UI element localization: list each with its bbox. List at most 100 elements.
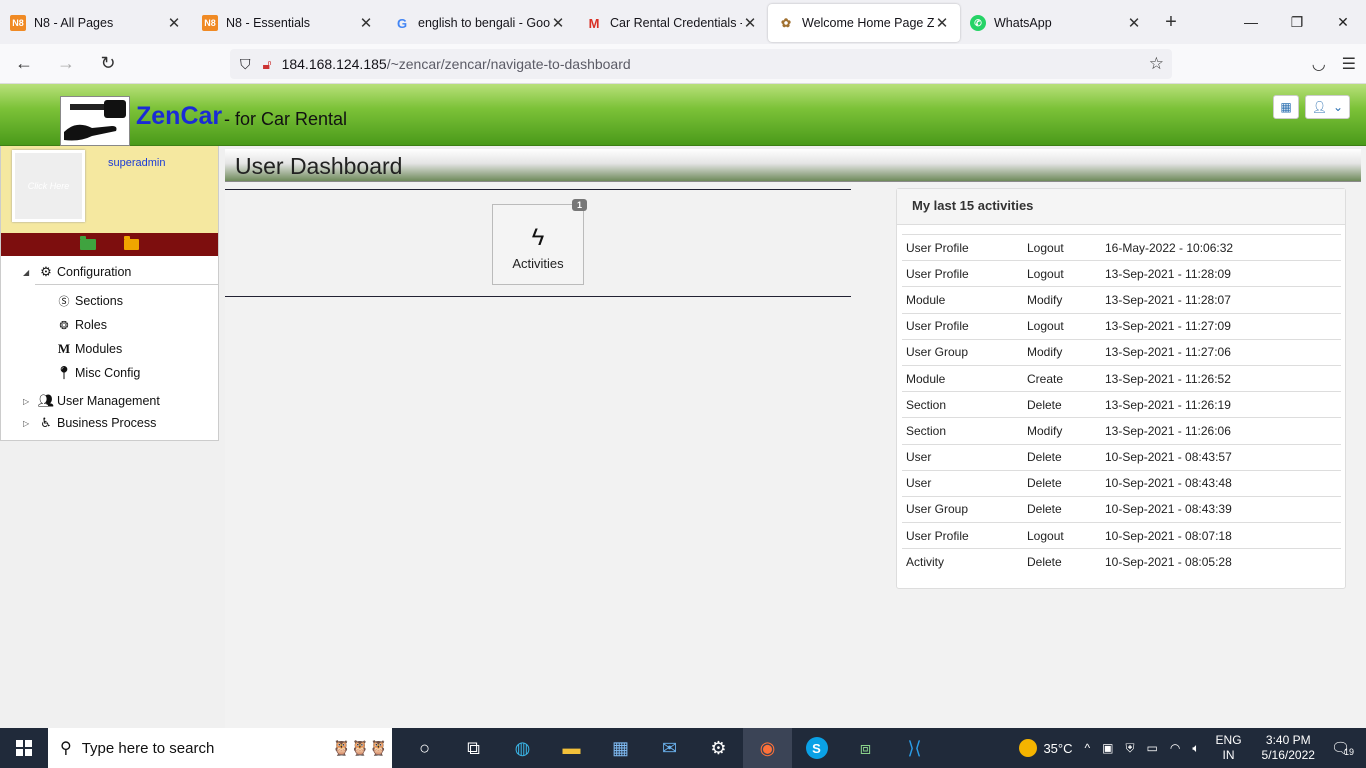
sidebar-item-modules[interactable]: M Modules <box>1 337 218 361</box>
search-placeholder: Type here to search <box>81 739 215 757</box>
insecure-lock-icon[interactable]: 🔓︎ <box>263 56 272 73</box>
reload-icon[interactable]: ↻ <box>90 48 126 80</box>
expanded-arrow-icon[interactable]: ◢ <box>23 268 35 277</box>
close-tab-icon[interactable]: ✕ <box>166 14 182 32</box>
close-tab-icon[interactable]: ✕ <box>550 14 566 32</box>
close-tab-icon[interactable]: ✕ <box>934 14 950 32</box>
sidebar-icon-bar <box>1 233 218 256</box>
main-content: User Dashboard 1 ϟ Activities My last 15… <box>225 149 1366 729</box>
edge-icon[interactable]: ◍ <box>498 728 547 768</box>
battery-icon[interactable]: ▭ <box>1141 741 1164 755</box>
back-icon[interactable]: ← <box>6 48 42 80</box>
tile-label: Activities <box>512 256 564 271</box>
clock-date: 5/16/2022 <box>1261 748 1315 762</box>
url-bar[interactable]: ⛉ 🔓︎ 184.168.124.185/~zencar/zencar/navi… <box>230 49 1172 79</box>
system-tray: 35°C ^ ▣ ⛨ ▭ ◠ 🔈︎ ENG IN 3:40 PM 5/16/20… <box>1013 728 1366 768</box>
sidebar-item-label: Roles <box>75 318 107 332</box>
browser-tab[interactable]: ✆ WhatsApp ✕ <box>960 4 1152 42</box>
clock[interactable]: 3:40 PM 5/16/2022 <box>1252 733 1325 763</box>
sidebar-item-sections[interactable]: Ⓢ Sections <box>1 289 218 313</box>
store-icon[interactable]: ▦ <box>596 728 645 768</box>
activity-time: 13-Sep-2021 - 11:26:06 <box>1105 423 1231 438</box>
start-button[interactable] <box>0 728 48 768</box>
minimize-icon[interactable]: — <box>1228 0 1274 44</box>
close-tab-icon[interactable]: ✕ <box>1126 14 1142 32</box>
activities-tile[interactable]: 1 ϟ Activities <box>492 199 587 285</box>
user-menu-button[interactable]: 👤︎ ⌄ <box>1304 95 1350 119</box>
task-view-icon[interactable]: ⧉ <box>449 728 498 768</box>
firefox-icon[interactable]: ◉ <box>743 728 792 768</box>
activity-time: 13-Sep-2021 - 11:28:09 <box>1105 266 1231 281</box>
activity-time: 16-May-2022 - 10:06:32 <box>1105 240 1234 255</box>
forward-icon[interactable]: → <box>48 48 84 80</box>
username-link[interactable]: superadmin <box>108 157 165 169</box>
activity-action: Delete <box>1027 476 1062 491</box>
restore-icon[interactable]: ❐ <box>1274 0 1320 44</box>
skype-icon[interactable]: S <box>792 728 841 768</box>
sidebar-item-configuration[interactable]: ◢ ⚙ Configuration <box>1 260 218 284</box>
tray-chevron-up-icon[interactable]: ^ <box>1079 741 1097 755</box>
tray-device-icon[interactable]: ▣ <box>1096 741 1119 755</box>
grid-view-button[interactable]: ▦ <box>1273 95 1299 119</box>
notification-center[interactable]: 🗨︎ 19 <box>1325 739 1366 757</box>
whatsapp-icon: ✆ <box>970 15 986 31</box>
mail-icon[interactable]: ✉ <box>645 728 694 768</box>
panel-title: My last 15 activities <box>897 189 1345 225</box>
close-window-icon[interactable]: ✕ <box>1320 0 1366 44</box>
logo[interactable] <box>60 96 130 146</box>
shield-icon[interactable]: ⛉ <box>240 56 251 73</box>
tray-security-icon[interactable]: ⛨ <box>1119 741 1140 756</box>
volume-icon[interactable]: 🔈︎ <box>1186 741 1205 756</box>
file-explorer-icon[interactable]: ▬ <box>547 728 596 768</box>
pocket-icon[interactable]: ◡ <box>1312 54 1326 74</box>
search-icon: ⚲ <box>60 740 72 757</box>
sidebar-item-roles[interactable]: ❂ Roles <box>1 313 218 337</box>
settings-icon[interactable]: ⚙ <box>694 728 743 768</box>
close-tab-icon[interactable]: ✕ <box>742 14 758 32</box>
activity-action: Delete <box>1027 555 1062 570</box>
activity-time: 10-Sep-2021 - 08:43:57 <box>1105 450 1232 465</box>
folder-open-icon[interactable] <box>80 236 96 250</box>
activity-time: 13-Sep-2021 - 11:27:09 <box>1105 319 1231 334</box>
browser-tab[interactable]: G english to bengali - Goog ✕ <box>384 4 576 42</box>
new-tab-button[interactable]: + <box>1156 11 1186 34</box>
activity-action: Modify <box>1027 292 1063 307</box>
table-row: User Delete 10-Sep-2021 - 08:43:57 <box>902 445 1341 471</box>
folder-icon[interactable] <box>124 236 139 250</box>
taskbar-search[interactable]: ⚲ Type here to search 🦉🦉🦉 <box>48 728 392 768</box>
sidebar-item-user-management[interactable]: ▷ 👥︎ User Management <box>1 389 218 413</box>
bookmark-star-icon[interactable]: ☆ <box>1149 54 1164 74</box>
collapsed-arrow-icon[interactable]: ▷ <box>23 419 35 428</box>
close-tab-icon[interactable]: ✕ <box>358 14 374 32</box>
wifi-icon[interactable]: ◠ <box>1164 741 1186 755</box>
activity-panel: My last 15 activities User Profile Logout… <box>896 188 1346 589</box>
language-indicator[interactable]: ENG IN <box>1206 733 1252 763</box>
nav-right-tools: ◡ ☰ <box>1312 44 1356 84</box>
tab-title: N8 - Essentials <box>226 16 311 30</box>
avatar[interactable]: Click Here <box>12 150 85 222</box>
cortana-icon[interactable]: ○ <box>400 728 449 768</box>
activity-action: Logout <box>1027 528 1064 543</box>
car-key-hand-icon <box>64 100 126 141</box>
activity-time: 13-Sep-2021 - 11:26:19 <box>1105 397 1231 412</box>
sidebar-item-misc-config[interactable]: 📍︎ Misc Config <box>1 361 218 385</box>
collapsed-arrow-icon[interactable]: ▷ <box>23 397 35 406</box>
brand-name: ZenCar <box>136 102 223 130</box>
browser-tab-active[interactable]: ✿ Welcome Home Page Ze ✕ <box>768 4 960 42</box>
weather-widget[interactable]: 35°C <box>1013 739 1078 757</box>
sidebar-item-label: User Management <box>57 394 160 408</box>
google-icon: G <box>396 15 408 31</box>
browser-tab[interactable]: N8 N8 - All Pages ✕ <box>0 4 192 42</box>
network-app-icon[interactable]: ⧈ <box>841 728 890 768</box>
activity-action: Delete <box>1027 450 1062 465</box>
menu-icon[interactable]: ☰ <box>1342 54 1356 74</box>
browser-tab[interactable]: N8 N8 - Essentials ✕ <box>192 4 384 42</box>
browser-tab[interactable]: M Car Rental Credentials - s ✕ <box>576 4 768 42</box>
sidebar-item-business-process[interactable]: ▷ ♿︎ Business Process <box>1 413 218 433</box>
activity-action: Delete <box>1027 502 1062 517</box>
tab-title: N8 - All Pages <box>34 16 114 30</box>
vscode-icon[interactable]: ⟩⟨ <box>890 728 939 768</box>
user-icon: 👤︎ <box>1311 100 1327 114</box>
sidebar-menu: ◢ ⚙ Configuration Ⓢ Sections ❂ Roles M M… <box>1 256 218 433</box>
table-row: Activity Delete 10-Sep-2021 - 08:05:28 <box>902 549 1341 575</box>
